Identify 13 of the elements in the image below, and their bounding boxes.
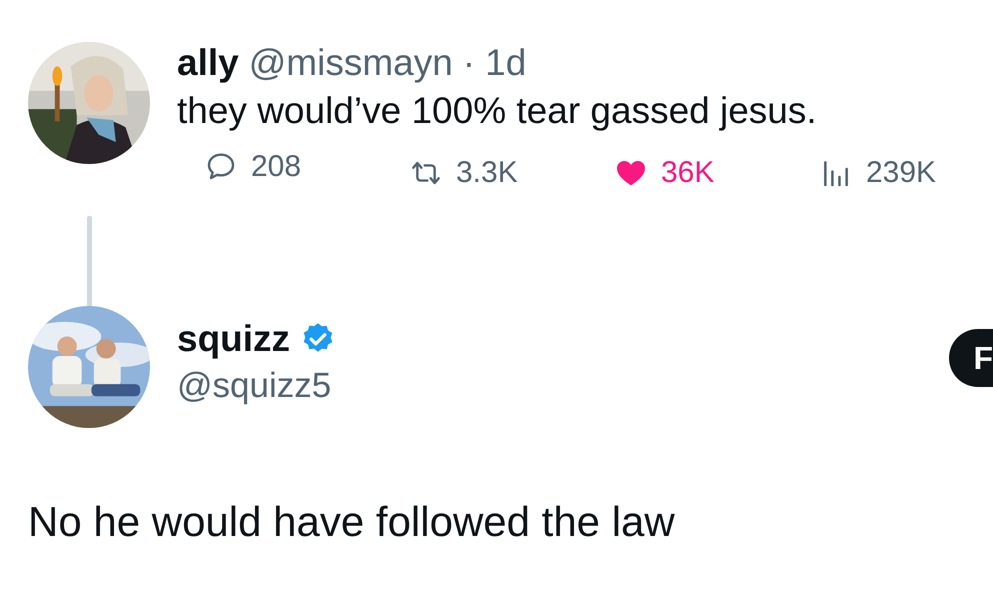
author-handle[interactable]: @missmayn (248, 42, 453, 84)
separator-dot: · (462, 42, 476, 84)
post-text: they would’ve 100% tear gassed jesus. (177, 90, 818, 132)
stat-count: 36K (661, 156, 714, 190)
post-time[interactable]: 1d (485, 42, 526, 84)
stat-count: 208 (251, 150, 302, 184)
author-handle[interactable]: @squizz5 (177, 366, 950, 406)
stat-count: 239K (866, 156, 936, 190)
author-name[interactable]: ally (177, 42, 239, 84)
stat-count: 3.3K (456, 156, 518, 190)
reply-text: No he would have followed the law (27, 498, 676, 546)
follow-button[interactable]: F (949, 329, 993, 387)
author-name[interactable]: squizz (177, 318, 290, 360)
